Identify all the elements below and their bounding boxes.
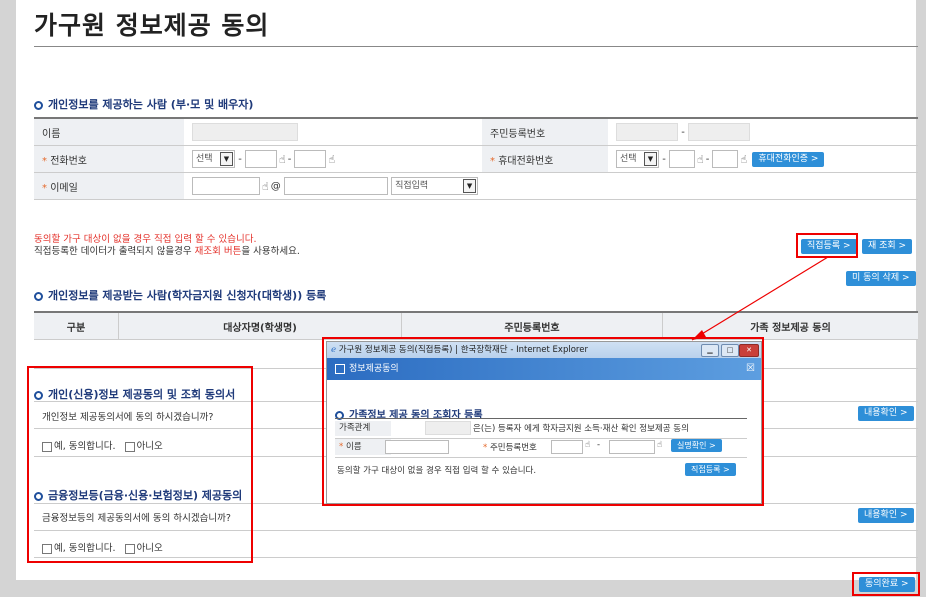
callout-line xyxy=(691,256,829,341)
highlight-popup xyxy=(322,337,764,506)
callout-arrow xyxy=(691,256,829,341)
